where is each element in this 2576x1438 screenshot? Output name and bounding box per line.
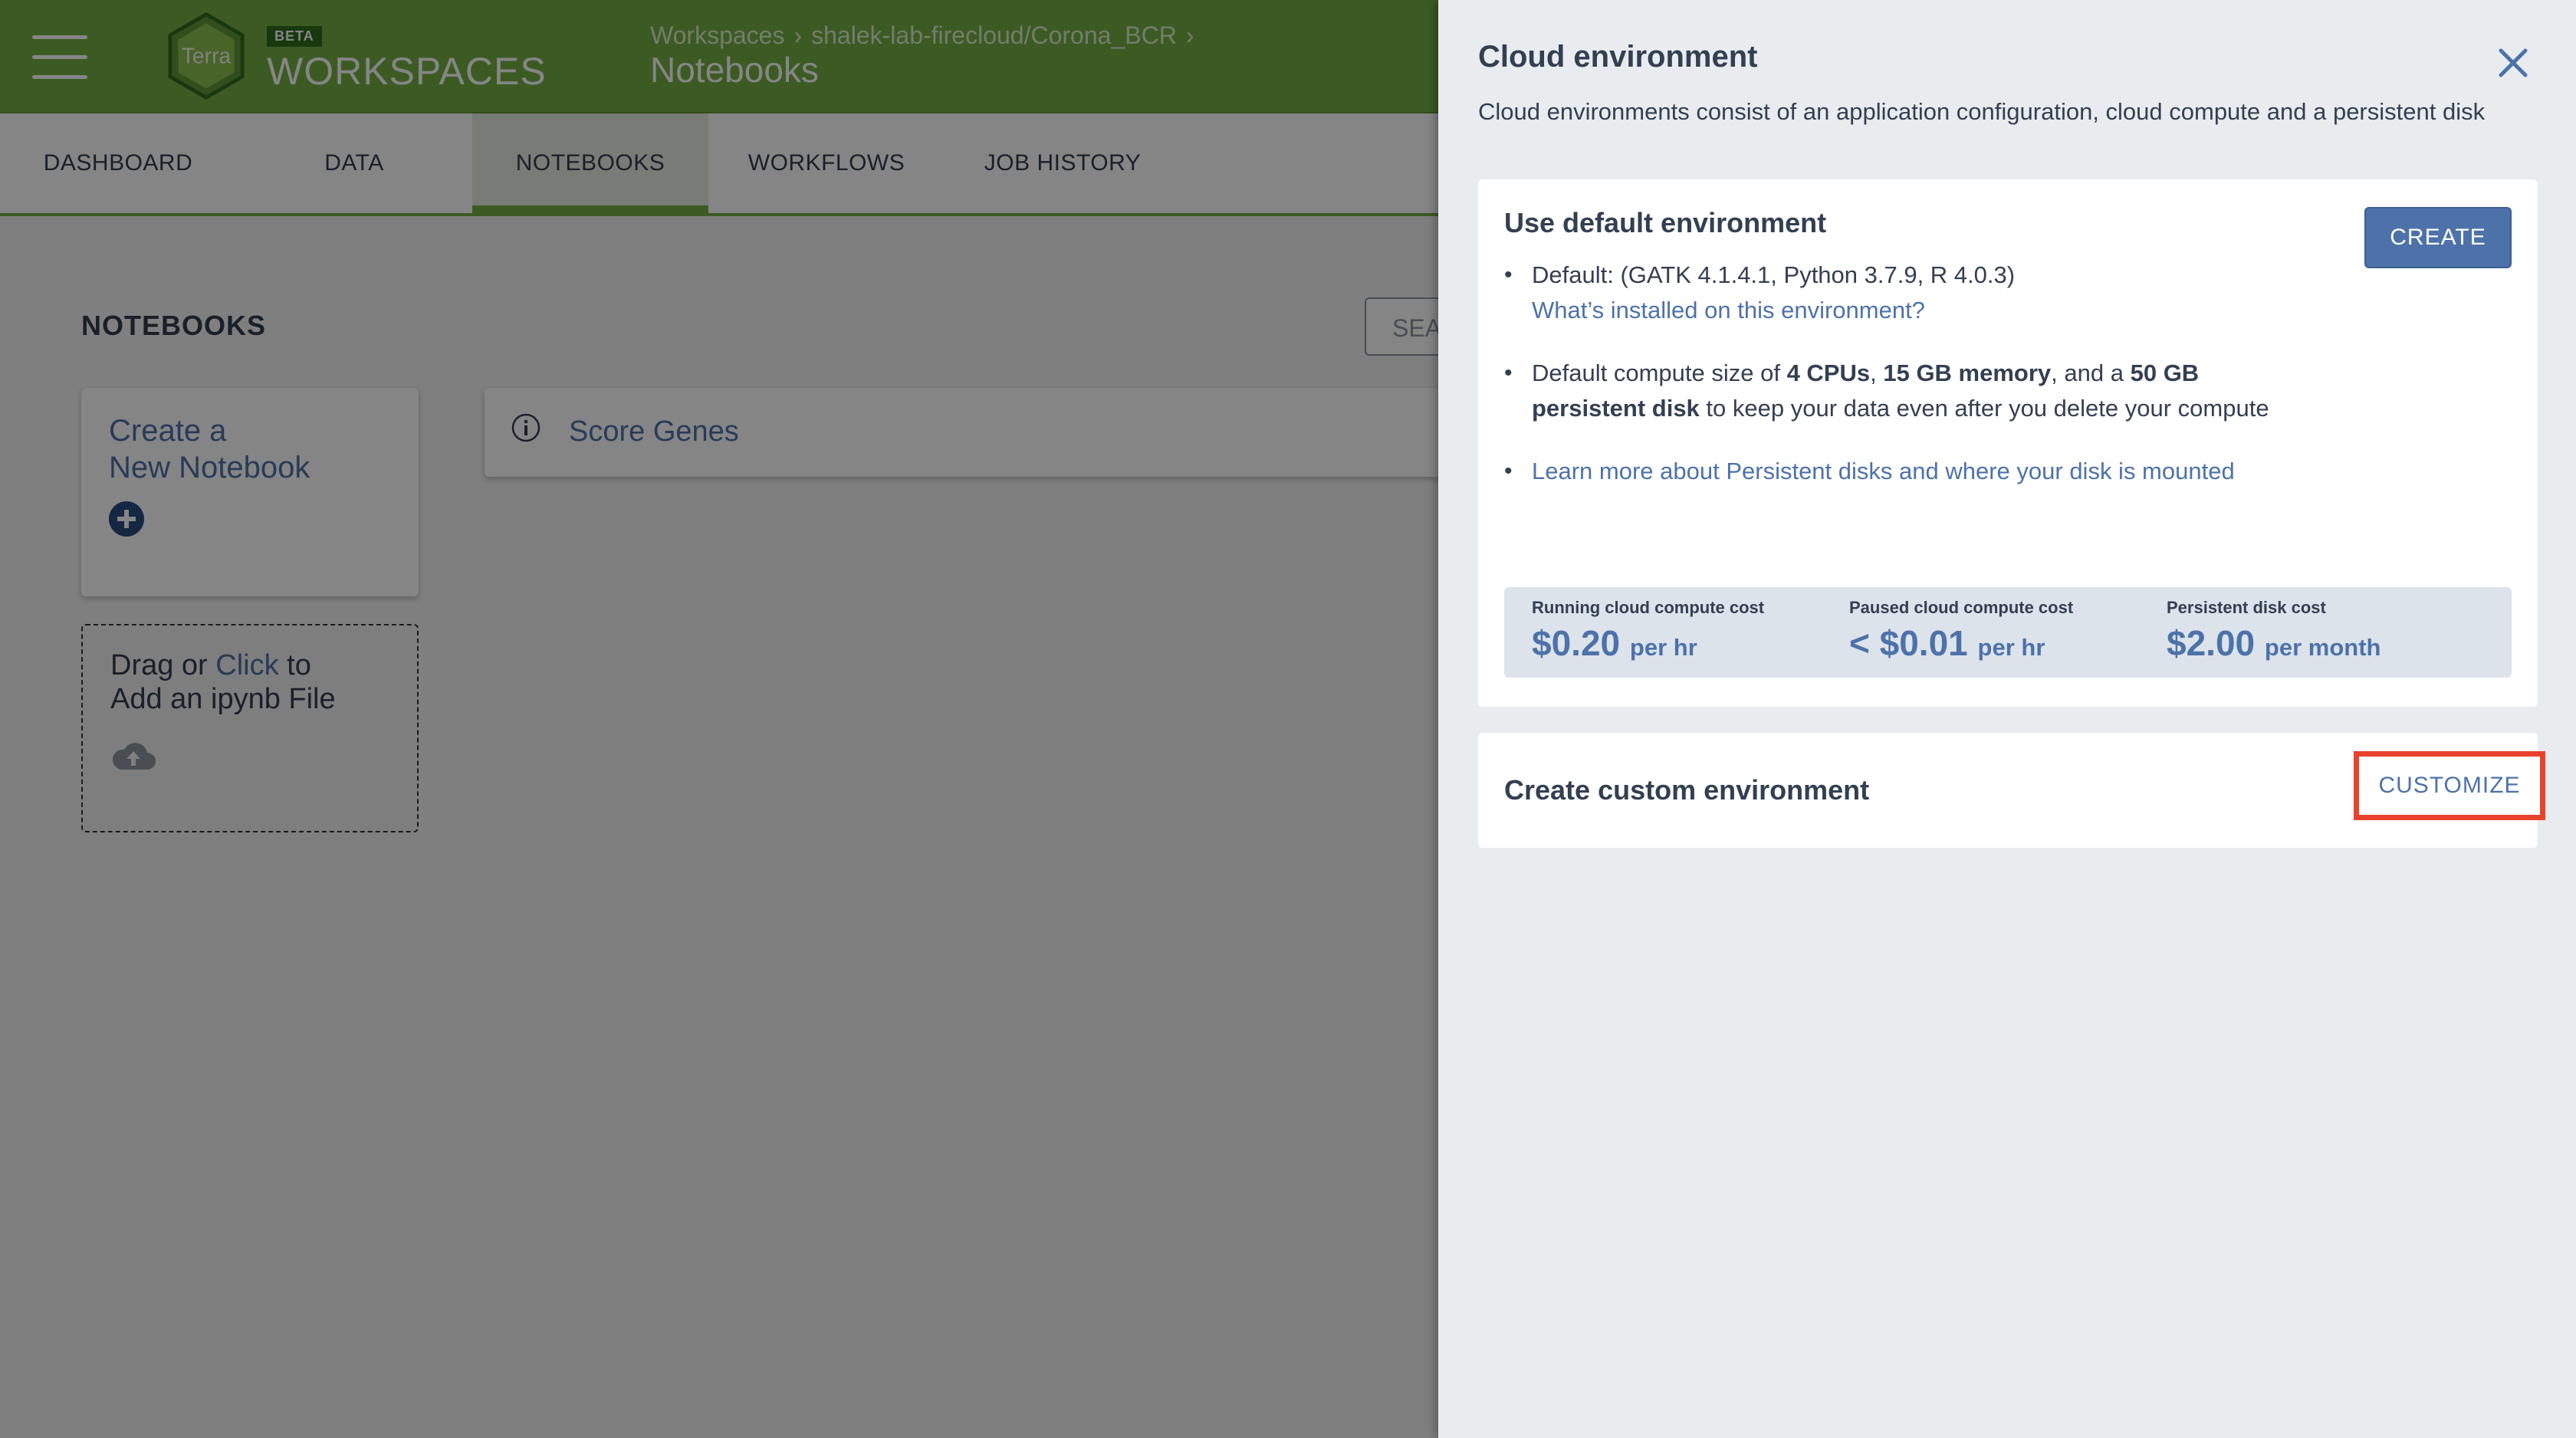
cloud-environment-panel: Cloud environment Cloud environments con… xyxy=(1438,0,2576,1438)
environment-versions-text: Default: (GATK 4.1.4.1, Python 3.7.9, R … xyxy=(1532,261,2016,288)
disk-cost-value: $2.00 xyxy=(2167,623,2256,663)
environment-details-list: Default: (GATK 4.1.4.1, Python 3.7.9, R … xyxy=(1504,258,2271,517)
environment-versions-item: Default: (GATK 4.1.4.1, Python 3.7.9, R … xyxy=(1504,258,2271,328)
persistent-disk-link[interactable]: Learn more about Persistent disks and wh… xyxy=(1532,458,2235,484)
custom-environment-title: Create custom environment xyxy=(1504,774,1870,806)
cost-summary: Running cloud compute cost $0.20 per hr … xyxy=(1504,587,2512,678)
disk-cost: Persistent disk cost $2.00 per month xyxy=(2167,598,2380,664)
disk-cost-unit: per month xyxy=(2264,634,2381,661)
paused-cost-value: < $0.01 xyxy=(1849,623,1968,663)
customize-button[interactable]: CUSTOMIZE xyxy=(2354,751,2545,820)
paused-cost-label: Paused cloud compute cost xyxy=(1849,598,2074,617)
compute-size-item: Default compute size of 4 CPUs, 15 GB me… xyxy=(1504,356,2271,426)
running-cost: Running cloud compute cost $0.20 per hr xyxy=(1532,598,1764,664)
running-cost-label: Running cloud compute cost xyxy=(1532,598,1765,617)
custom-environment-section: Create custom environment CUSTOMIZE xyxy=(1478,733,2545,848)
modal-backdrop[interactable] xyxy=(0,0,1438,1438)
create-button[interactable]: CREATE xyxy=(2364,207,2512,268)
whats-installed-link[interactable]: What’s installed on this environment? xyxy=(1532,297,1925,323)
default-environment-section: Use default environment CREATE Default: … xyxy=(1478,179,2538,707)
close-icon[interactable] xyxy=(2496,46,2530,80)
disk-cost-label: Persistent disk cost xyxy=(2167,598,2326,617)
paused-cost-unit: per hr xyxy=(1977,634,2045,661)
panel-title: Cloud environment xyxy=(1478,40,1758,74)
running-cost-value: $0.20 xyxy=(1532,623,1621,663)
panel-description: Cloud environments consist of an applica… xyxy=(1478,98,2486,125)
running-cost-unit: per hr xyxy=(1629,634,1697,661)
default-environment-title: Use default environment xyxy=(1504,207,1827,238)
persistent-disk-info-item: Learn more about Persistent disks and wh… xyxy=(1504,454,2271,489)
paused-cost: Paused cloud compute cost < $0.01 per hr xyxy=(1849,598,2073,664)
